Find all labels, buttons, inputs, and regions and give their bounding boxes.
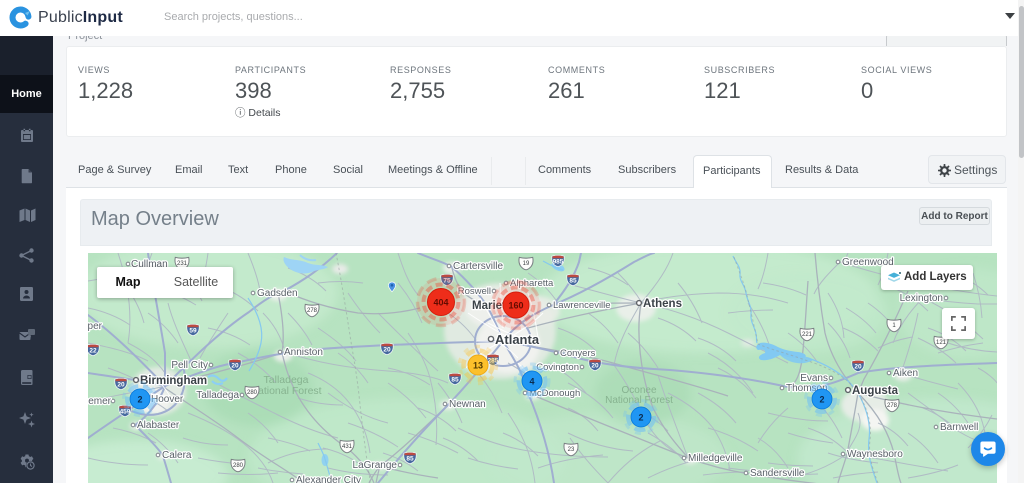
svg-text:20: 20 [117,382,125,389]
svg-text:Milledgeville: Milledgeville [688,453,743,464]
svg-text:23: 23 [568,447,575,453]
svg-text:Anniston: Anniston [284,347,323,358]
svg-text:Alexander City: Alexander City [296,475,361,483]
svg-text:Talladega: Talladega [196,390,239,401]
svg-text:459: 459 [120,409,131,416]
svg-text:22: 22 [89,348,97,355]
svg-text:Pell City: Pell City [171,360,208,371]
svg-text:85: 85 [451,377,459,384]
svg-text:20: 20 [383,347,391,354]
svg-text:Barnwell: Barnwell [940,422,978,433]
svg-text:Bessemer: Bessemer [88,396,112,407]
svg-text:85: 85 [569,278,577,285]
svg-text:Newnan: Newnan [449,399,486,410]
svg-text:Sandersville: Sandersville [750,468,805,479]
svg-text:Conyers: Conyers [560,348,596,359]
svg-text:Lexington: Lexington [900,293,943,304]
svg-text:404: 404 [433,298,448,308]
svg-text:985: 985 [553,259,564,266]
svg-text:LaGrange: LaGrange [353,460,398,471]
svg-text:Lawrenceville: Lawrenceville [553,300,611,311]
svg-text:280: 280 [247,390,258,396]
svg-text:280: 280 [233,463,244,469]
svg-text:Waynesboro: Waynesboro [847,449,903,460]
svg-text:20: 20 [591,363,599,370]
svg-text:2: 2 [137,395,142,405]
svg-text:Athens: Athens [643,298,682,310]
svg-text:20: 20 [854,364,862,371]
svg-text:19: 19 [523,261,530,267]
svg-text:59: 59 [189,328,197,335]
svg-text:20: 20 [231,363,239,370]
svg-text:278: 278 [307,308,318,314]
svg-text:431: 431 [342,444,353,450]
svg-text:4: 4 [529,377,534,387]
svg-text:85: 85 [406,456,414,463]
svg-text:Gadsden: Gadsden [257,288,298,299]
svg-text:278: 278 [887,403,898,409]
svg-text:Jasper: Jasper [88,321,103,332]
svg-text:13: 13 [473,361,483,371]
svg-text:160: 160 [508,301,523,311]
svg-text:National Forest: National Forest [250,385,321,397]
svg-text:Birmingham: Birmingham [140,375,207,387]
svg-text:2: 2 [638,413,643,423]
svg-text:2: 2 [819,395,824,405]
svg-text:Cartersville: Cartersville [453,261,503,272]
svg-text:Alabaster: Alabaster [137,420,180,431]
svg-text:221: 221 [802,332,813,338]
svg-text:Calera: Calera [162,450,192,461]
svg-text:Augusta: Augusta [852,385,899,397]
svg-text:121: 121 [936,340,947,346]
svg-text:Aiken: Aiken [893,368,918,379]
svg-text:Atlanta: Atlanta [495,332,540,347]
